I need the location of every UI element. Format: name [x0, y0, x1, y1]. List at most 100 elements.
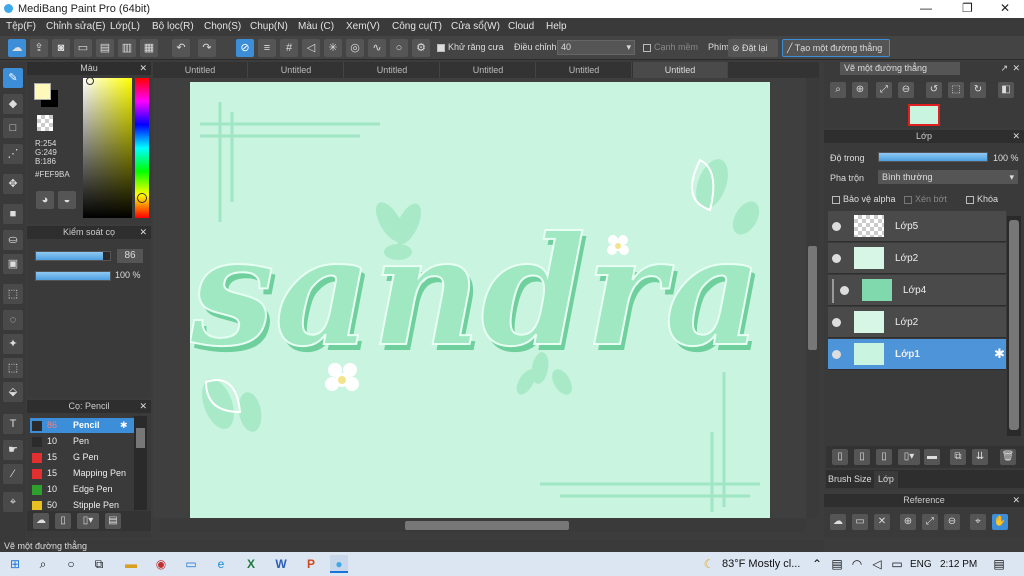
pages-icon[interactable]: ▥: [118, 39, 136, 57]
eye-icon[interactable]: [832, 222, 841, 231]
circle-snap-icon[interactable]: ○: [390, 39, 408, 57]
select-eraser-icon[interactable]: ⬙: [3, 382, 23, 402]
rotate-right-icon[interactable]: ↻: [970, 82, 986, 98]
palette-icon[interactable]: ◕: [36, 191, 54, 209]
add-brush-icon[interactable]: ▯▾: [77, 513, 99, 529]
menu-layer[interactable]: Lớp(L): [110, 21, 140, 32]
new-8bit-layer-icon[interactable]: ▯: [876, 449, 892, 465]
blend-mode-dropdown[interactable]: Bình thường ▾: [878, 170, 1018, 184]
chat-icon[interactable]: ◙: [52, 39, 70, 57]
close-reference-icon[interactable]: ✕: [874, 514, 890, 530]
straight-line-button[interactable]: ╱ Tạo một đường thẳng: [782, 39, 890, 57]
eyedropper-icon[interactable]: ⌖: [3, 492, 23, 512]
brush-cloud-icon[interactable]: ☁: [33, 513, 49, 529]
operation-tool-icon[interactable]: ☛: [3, 440, 23, 460]
saturation-value-picker[interactable]: [83, 77, 132, 218]
parallel-snap-icon[interactable]: ≡: [258, 39, 276, 57]
language-indicator[interactable]: ENG: [910, 559, 932, 570]
tab-layer[interactable]: Lớp: [874, 471, 898, 488]
tab-untitled-6[interactable]: Untitled: [633, 62, 728, 78]
maximize-button[interactable]: ❐: [962, 1, 973, 15]
vertical-scroll-thumb[interactable]: [808, 246, 817, 350]
menu-window[interactable]: Cửa sổ(W): [451, 21, 500, 32]
notification-icon[interactable]: ▤: [990, 555, 1008, 573]
close-button[interactable]: ✕: [1000, 1, 1010, 15]
horizontal-scrollbar[interactable]: [160, 519, 806, 532]
tab-untitled-5[interactable]: Untitled: [537, 62, 632, 78]
magic-wand-icon[interactable]: ✦: [3, 334, 23, 354]
concentric-snap-icon[interactable]: ◎: [346, 39, 364, 57]
eye-icon[interactable]: [832, 254, 841, 263]
horizontal-scroll-thumb[interactable]: [405, 521, 569, 530]
foreground-color-swatch[interactable]: [34, 83, 51, 100]
close-icon[interactable]: ✕: [139, 400, 147, 413]
close-icon[interactable]: ✕: [1012, 494, 1020, 507]
layer-opacity-slider[interactable]: [878, 152, 988, 162]
volume-icon[interactable]: ◁: [868, 555, 886, 573]
excel-icon[interactable]: X: [242, 555, 260, 573]
reference-cloud-icon[interactable]: ☁: [830, 514, 846, 530]
brush-item-g-pen[interactable]: 15 G Pen: [30, 450, 134, 465]
brush-list-scroll-thumb[interactable]: [136, 428, 145, 448]
menu-select[interactable]: Chọn(S): [204, 21, 241, 32]
grid-pages-icon[interactable]: ▦: [140, 39, 158, 57]
eye-icon[interactable]: [840, 286, 849, 295]
weather-text[interactable]: 83°F Mostly cl...: [722, 558, 800, 570]
new-layer-icon[interactable]: ▯: [832, 449, 848, 465]
upload-icon[interactable]: ⇪: [30, 39, 48, 57]
app-icon-red[interactable]: ◉: [152, 555, 170, 573]
radial-snap-icon[interactable]: ✳: [324, 39, 342, 57]
monitor-icon[interactable]: ▭: [182, 555, 200, 573]
brush-item-pen[interactable]: 10 Pen: [30, 434, 134, 449]
fit-icon[interactable]: ⤢: [922, 514, 938, 530]
zoom-out-icon[interactable]: ⊖: [944, 514, 960, 530]
folder-icon[interactable]: ▬: [924, 449, 940, 465]
dot-tool-icon[interactable]: ⋰: [3, 144, 23, 164]
lasso-icon[interactable]: ◌: [3, 310, 23, 330]
close-icon[interactable]: ✕: [1012, 130, 1020, 143]
wifi-icon[interactable]: ◠: [848, 555, 866, 573]
antialias-checkbox[interactable]: Khử răng cưa: [437, 42, 504, 52]
brush-size-value[interactable]: 86: [117, 249, 143, 263]
tab-untitled-3[interactable]: Untitled: [345, 62, 440, 78]
layer-row[interactable]: Lớp2: [828, 243, 1006, 274]
fill-rect-tool-icon[interactable]: ■: [3, 204, 23, 224]
brush-list-scrollbar[interactable]: [134, 416, 147, 510]
undo-icon[interactable]: ↶: [172, 39, 190, 57]
no-snap-icon[interactable]: ⊘: [236, 39, 254, 57]
tab-untitled-4[interactable]: Untitled: [441, 62, 536, 78]
file-explorer-icon[interactable]: ▬: [122, 555, 140, 573]
open-folder-icon[interactable]: ▭: [852, 514, 868, 530]
tray-chevron-icon[interactable]: ⌃: [808, 555, 826, 573]
search-icon[interactable]: ⌕: [34, 555, 52, 573]
settings-snap-icon[interactable]: ⚙: [412, 39, 430, 57]
rotate-left-icon[interactable]: ↺: [926, 82, 942, 98]
move-tool-icon[interactable]: ✥: [3, 174, 23, 194]
layer-row[interactable]: Lớp4: [828, 275, 1006, 306]
page-icon[interactable]: ▤: [96, 39, 114, 57]
new-brush-icon[interactable]: ▯: [55, 513, 71, 529]
curve-snap-icon[interactable]: ∿: [368, 39, 386, 57]
divide-tool-icon[interactable]: ⁄: [3, 464, 23, 484]
eyedropper-icon[interactable]: ⌖: [970, 514, 986, 530]
fit-icon[interactable]: ⤢: [876, 82, 892, 98]
transparent-swatch[interactable]: [37, 115, 53, 131]
gear-icon[interactable]: ✱: [120, 418, 128, 433]
brush-settings-icon[interactable]: ▤: [105, 513, 121, 529]
reset-button[interactable]: ⊘ Đặt lại: [728, 39, 778, 57]
windows-start-icon[interactable]: ⊞: [6, 555, 24, 573]
tab-untitled-2[interactable]: Untitled: [249, 62, 344, 78]
menu-filter[interactable]: Bộ lọc(R): [152, 21, 194, 32]
layer-list-scrollbar[interactable]: [1007, 216, 1021, 436]
gear-icon[interactable]: ✱: [994, 346, 1005, 362]
protect-alpha-checkbox[interactable]: Bảo vệ alpha: [832, 194, 896, 204]
menu-help[interactable]: Help: [546, 21, 567, 32]
clip-checkbox[interactable]: Xén bớt: [904, 194, 947, 204]
menu-file[interactable]: Tệp(F): [6, 21, 36, 32]
eye-icon[interactable]: [832, 350, 841, 359]
network-icon[interactable]: ▤: [828, 555, 846, 573]
brush-size-slider[interactable]: [35, 251, 111, 261]
clock[interactable]: 2:12 PM: [940, 559, 977, 570]
hue-slider[interactable]: [135, 78, 149, 218]
menu-capture[interactable]: Chụp(N): [250, 21, 288, 32]
